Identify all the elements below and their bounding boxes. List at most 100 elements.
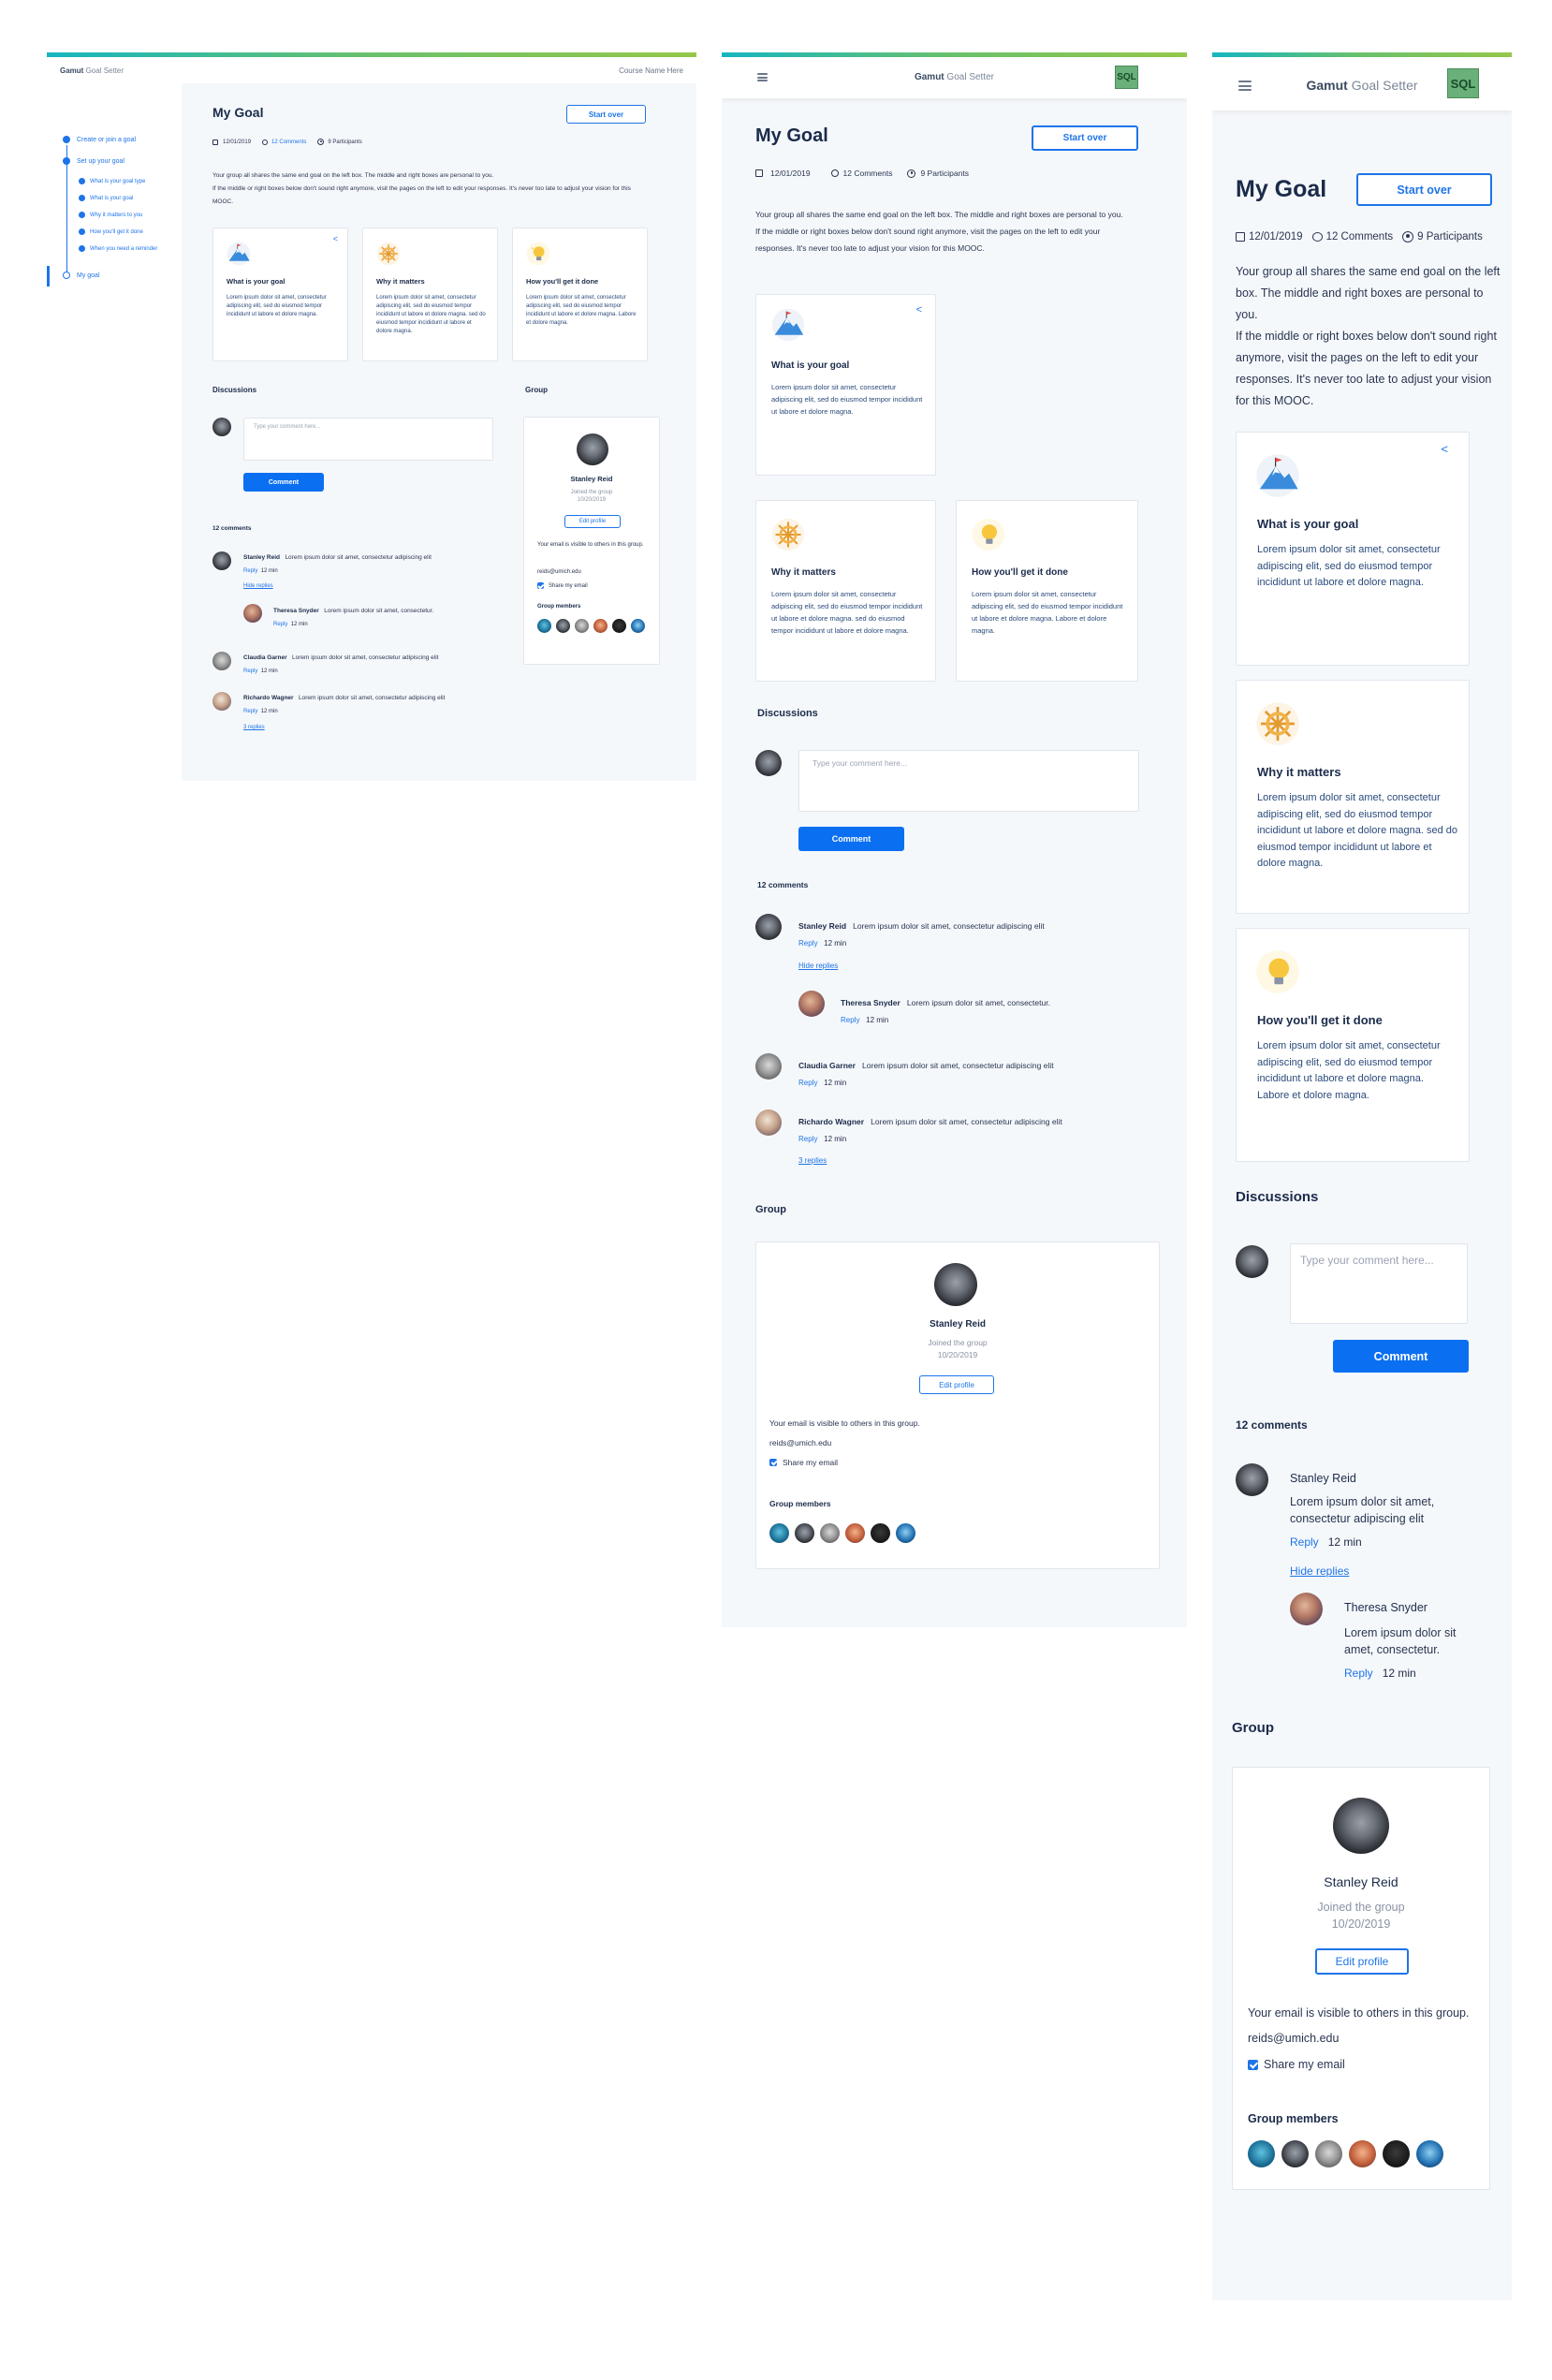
member-avatar[interactable] — [575, 619, 589, 633]
share-email-checkbox[interactable]: Share my email — [1248, 2058, 1345, 2071]
replies-link[interactable]: 3 replies — [798, 1156, 827, 1165]
comment-actions: Reply 12 min — [1290, 1535, 1362, 1549]
how-card: How you'll get it done Lorem ipsum dolor… — [1236, 928, 1470, 1162]
start-over-button[interactable]: Start over — [566, 105, 646, 124]
reply-link[interactable]: Reply — [841, 1016, 859, 1024]
top-bar: Gamut Goal Setter Course Name Here — [47, 57, 696, 83]
reply-link[interactable]: Reply — [243, 668, 257, 674]
joined-text: Joined the group 10/20/2019 — [928, 1338, 988, 1359]
card-title: How you'll get it done — [972, 567, 1068, 578]
sidebar-item-create[interactable]: Create or join a goal — [63, 136, 136, 143]
reply-link[interactable]: Reply — [798, 1079, 817, 1087]
checkbox-icon[interactable] — [537, 582, 544, 589]
comment-button[interactable]: Comment — [1333, 1340, 1469, 1373]
share-icon[interactable]: < — [333, 234, 338, 243]
member-avatar[interactable] — [1315, 2140, 1342, 2167]
comment-button[interactable]: Comment — [243, 473, 324, 492]
checkbox-icon[interactable] — [1248, 2059, 1258, 2070]
how-card: How you'll get it done Lorem ipsum dolor… — [512, 228, 648, 361]
reply-link[interactable]: Reply — [798, 1135, 817, 1143]
group-card: Stanley Reid Joined the group 10/20/2019 … — [523, 417, 660, 665]
reply-link[interactable]: Reply — [243, 568, 257, 574]
commenter-avatar — [755, 914, 782, 940]
ship-wheel-icon — [1256, 702, 1299, 745]
reply-link[interactable]: Reply — [243, 709, 257, 714]
share-icon[interactable]: < — [916, 304, 922, 316]
sidebar-item-reminder[interactable]: When you need a reminder — [79, 245, 157, 252]
comment-input[interactable]: Type your comment here... — [243, 418, 493, 461]
card-body: Lorem ipsum dolor sit amet, consectetur … — [526, 295, 637, 326]
edit-profile-button[interactable]: Edit profile — [1315, 1948, 1409, 1975]
comments-count[interactable]: 12 Comments — [1326, 231, 1394, 242]
top-bar: Gamut Goal Setter SQL — [722, 57, 1187, 98]
sidebar-item-setup[interactable]: Set up your goal — [63, 157, 124, 165]
comments-count[interactable]: 12 Comments — [271, 140, 306, 145]
commenter-avatar — [755, 1053, 782, 1080]
member-avatar[interactable] — [1248, 2140, 1275, 2167]
edit-profile-button[interactable]: Edit profile — [919, 1375, 994, 1394]
commenter-avatar — [243, 604, 262, 623]
comment-icon — [830, 169, 839, 177]
hide-replies-link[interactable]: Hide replies — [798, 962, 838, 970]
member-avatar[interactable] — [556, 619, 570, 633]
reply-link[interactable]: Reply — [273, 622, 287, 627]
sidebar-item-how[interactable]: How you'll get it done — [79, 228, 143, 235]
edit-profile-button[interactable]: Edit profile — [564, 515, 621, 528]
comment-button[interactable]: Comment — [798, 827, 904, 851]
member-avatar[interactable] — [896, 1523, 915, 1543]
share-icon[interactable]: < — [1441, 442, 1448, 456]
group-members-label: Group members — [537, 604, 581, 610]
member-avatar[interactable] — [845, 1523, 865, 1543]
comment-actions: Reply 12 min — [243, 668, 278, 674]
participants-count: 9 Participants — [920, 169, 969, 178]
member-avatar[interactable] — [795, 1523, 814, 1543]
member-avatar[interactable] — [820, 1523, 840, 1543]
meta-row: 12/01/2019 12 Comments 9 Participants — [212, 139, 362, 145]
card-body: Lorem ipsum dolor sit amet, consectetur … — [1257, 792, 1458, 869]
comments-count-label: 12 comments — [757, 880, 809, 889]
comment-input[interactable]: Type your comment here... — [798, 750, 1139, 812]
member-avatar[interactable] — [631, 619, 645, 633]
reply-link[interactable]: Reply — [1344, 1667, 1373, 1680]
start-over-button[interactable]: Start over — [1356, 173, 1492, 206]
member-avatar[interactable] — [769, 1523, 789, 1543]
share-email-checkbox[interactable]: Share my email — [537, 582, 588, 589]
card-body: Lorem ipsum dolor sit amet, consectetur … — [376, 295, 486, 334]
commenter-avatar — [1236, 1463, 1268, 1496]
comments-count-label: 12 comments — [212, 525, 252, 532]
comments-count[interactable]: 12 Comments — [843, 169, 893, 178]
card-body: Lorem ipsum dolor sit amet, consectetur … — [771, 383, 923, 416]
meta-row: 12/01/2019 12 Comments 9 Participants — [1236, 231, 1483, 242]
share-email-checkbox[interactable]: Share my email — [769, 1458, 838, 1467]
card-body: Lorem ipsum dolor sit amet, consectetur … — [227, 295, 327, 317]
card-title: How you'll get it done — [526, 277, 599, 286]
checkbox-icon[interactable] — [769, 1459, 777, 1466]
member-avatar[interactable] — [871, 1523, 890, 1543]
sidebar-item-goal[interactable]: What is your goal — [79, 195, 133, 201]
sidebar-item-why[interactable]: Why it matters to you — [79, 212, 142, 218]
meta-row: 12/01/2019 12 Comments 9 Participants — [755, 169, 969, 178]
replies-link[interactable]: 3 replies — [243, 725, 265, 730]
comment: Theresa Snyder Lorem ipsum dolor sit ame… — [841, 998, 1050, 1007]
member-avatar[interactable] — [537, 619, 551, 633]
mountain-flag-icon — [1256, 454, 1299, 497]
member-avatar[interactable] — [593, 619, 608, 633]
group-members — [769, 1523, 915, 1543]
member-avatar[interactable] — [1349, 2140, 1376, 2167]
reply-link[interactable]: Reply — [1290, 1535, 1319, 1549]
commenter-avatar — [755, 1109, 782, 1136]
reply-link[interactable]: Reply — [798, 939, 817, 948]
group-members — [1248, 2140, 1443, 2167]
start-over-button[interactable]: Start over — [1032, 125, 1138, 151]
member-avatar[interactable] — [1383, 2140, 1410, 2167]
comment-input[interactable]: Type your comment here... — [1290, 1243, 1468, 1324]
sidebar-item-my-goal[interactable]: My goal — [63, 272, 100, 279]
card-body: Lorem ipsum dolor sit amet, consectetur … — [771, 590, 923, 635]
hide-replies-link[interactable]: Hide replies — [1290, 1565, 1349, 1578]
member-avatar[interactable] — [612, 619, 626, 633]
user-avatar — [755, 750, 782, 776]
member-avatar[interactable] — [1281, 2140, 1309, 2167]
member-avatar[interactable] — [1416, 2140, 1443, 2167]
hide-replies-link[interactable]: Hide replies — [243, 583, 273, 589]
sidebar-item-goal-type[interactable]: What is your goal type — [79, 178, 145, 184]
